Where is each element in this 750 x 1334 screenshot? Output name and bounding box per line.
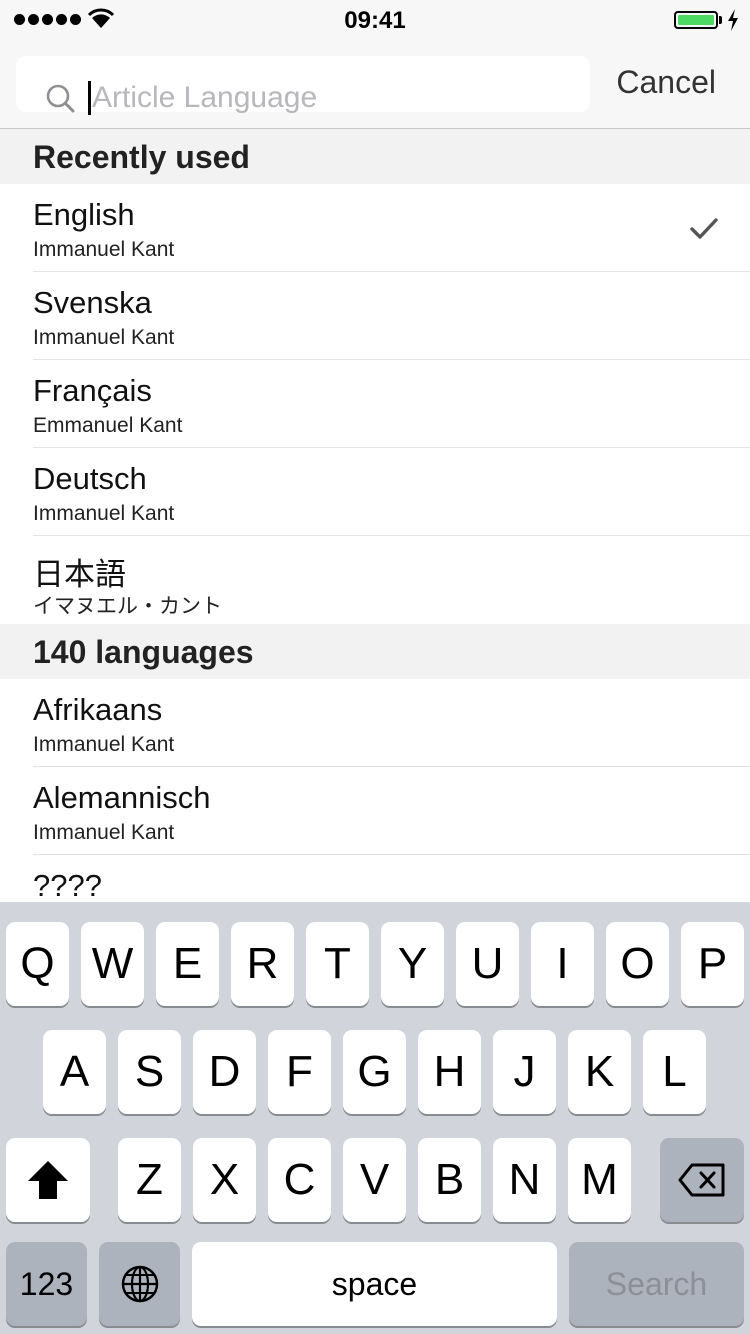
key-u[interactable]: U — [456, 922, 519, 1006]
key-x[interactable]: X — [193, 1138, 256, 1222]
search-box[interactable] — [16, 56, 592, 120]
search-key[interactable]: Search — [569, 1242, 744, 1326]
key-g[interactable]: G — [343, 1030, 406, 1114]
key-i[interactable]: I — [531, 922, 594, 1006]
language-name: Svenska — [33, 285, 152, 320]
cancel-button[interactable]: Cancel — [616, 64, 716, 101]
section-header-recently-used: Recently used — [0, 129, 750, 184]
key-t[interactable]: T — [306, 922, 369, 1006]
language-name: English — [33, 197, 135, 232]
battery-icon — [674, 11, 718, 29]
key-k[interactable]: K — [568, 1030, 631, 1114]
list-item[interactable]: Deutsch Immanuel Kant — [0, 448, 750, 536]
keyboard: Q W E R T Y U I O P A S D F G H J K L Z … — [0, 902, 750, 1334]
status-time: 09:41 — [344, 7, 406, 34]
search-header: Cancel — [0, 40, 750, 129]
list-item[interactable]: ???? — [0, 855, 750, 902]
key-j[interactable]: J — [493, 1030, 556, 1114]
article-title: Immanuel Kant — [33, 821, 175, 844]
article-title: Immanuel Kant — [33, 502, 175, 525]
language-name: Français — [33, 373, 152, 408]
key-v[interactable]: V — [343, 1138, 406, 1222]
list-item[interactable]: Français Emmanuel Kant — [0, 360, 750, 448]
globe-key[interactable] — [99, 1242, 180, 1326]
space-key[interactable]: space — [192, 1242, 557, 1326]
language-name: Afrikaans — [33, 692, 163, 727]
language-name: Deutsch — [33, 461, 147, 496]
key-f[interactable]: F — [268, 1030, 331, 1114]
key-o[interactable]: O — [606, 922, 669, 1006]
delete-icon — [678, 1163, 725, 1197]
list-item[interactable]: English Immanuel Kant — [0, 184, 750, 272]
search-icon — [46, 84, 75, 113]
status-bar: 09:41 — [0, 0, 750, 40]
language-name-unrenderable: ???? — [33, 868, 102, 902]
list-item[interactable]: Alemannisch Immanuel Kant — [0, 767, 750, 855]
key-e[interactable]: E — [156, 922, 219, 1006]
list-item[interactable]: Afrikaans Immanuel Kant — [0, 679, 750, 767]
key-a[interactable]: A — [43, 1030, 106, 1114]
article-title: Emmanuel Kant — [33, 414, 183, 437]
article-title: Immanuel Kant — [33, 733, 175, 756]
key-p[interactable]: P — [681, 922, 744, 1006]
key-b[interactable]: B — [418, 1138, 481, 1222]
section-header-all-languages: 140 languages — [0, 624, 750, 679]
language-name: Alemannisch — [33, 780, 211, 815]
key-y[interactable]: Y — [381, 922, 444, 1006]
list-item[interactable]: 日本語 イマヌエル・カント — [0, 536, 750, 624]
delete-key[interactable] — [660, 1138, 744, 1222]
language-list[interactable]: Recently used English Immanuel Kant Sven… — [0, 129, 750, 902]
shift-icon — [28, 1161, 68, 1199]
language-name: 日本語 — [33, 557, 126, 592]
key-r[interactable]: R — [231, 922, 294, 1006]
key-l[interactable]: L — [643, 1030, 706, 1114]
article-title: Immanuel Kant — [33, 326, 175, 349]
article-title: Immanuel Kant — [33, 238, 175, 261]
globe-icon — [121, 1265, 158, 1303]
search-input[interactable] — [92, 76, 592, 120]
key-h[interactable]: H — [418, 1030, 481, 1114]
text-cursor — [88, 81, 91, 115]
list-item[interactable]: Svenska Immanuel Kant — [0, 272, 750, 360]
shift-key[interactable] — [6, 1138, 90, 1222]
key-m[interactable]: M — [568, 1138, 631, 1222]
key-s[interactable]: S — [118, 1030, 181, 1114]
key-w[interactable]: W — [81, 922, 144, 1006]
key-c[interactable]: C — [268, 1138, 331, 1222]
key-d[interactable]: D — [193, 1030, 256, 1114]
charging-icon — [728, 9, 738, 31]
key-z[interactable]: Z — [118, 1138, 181, 1222]
key-q[interactable]: Q — [6, 922, 69, 1006]
article-title: イマヌエル・カント — [33, 595, 222, 618]
checkmark-icon — [690, 218, 718, 239]
numbers-key[interactable]: 123 — [6, 1242, 87, 1326]
key-n[interactable]: N — [493, 1138, 556, 1222]
